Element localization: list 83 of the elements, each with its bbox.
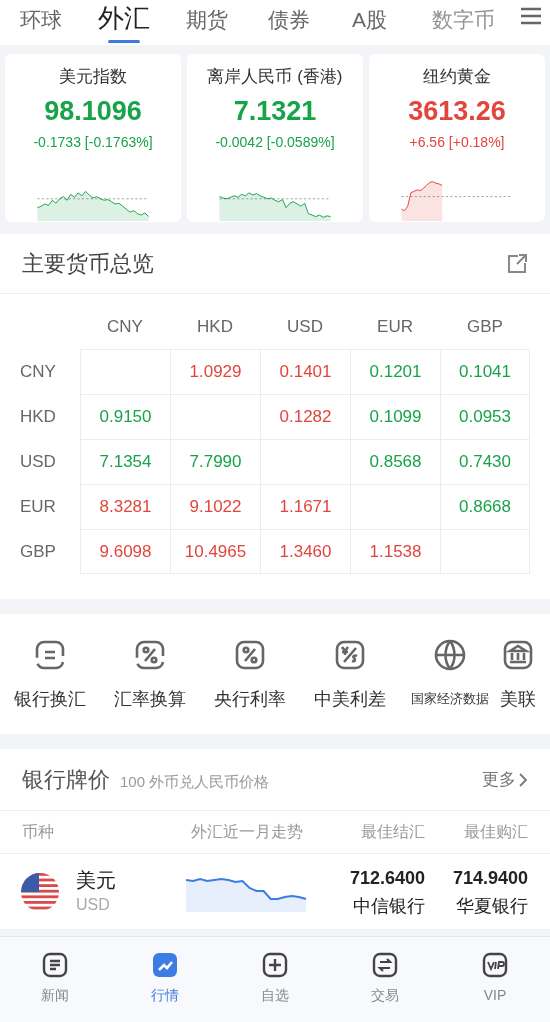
row-header: EUR xyxy=(20,495,56,518)
price-value: 714.9400 xyxy=(452,866,528,890)
column-header: USD xyxy=(287,315,323,338)
column-header: 最佳结汇 xyxy=(361,823,425,840)
row-header: GBP xyxy=(20,540,56,563)
rate-cell: 8.3281 xyxy=(80,484,170,529)
column-header: 最佳购汇 xyxy=(464,823,528,840)
bank-name: 中信银行 xyxy=(353,894,425,918)
rate-cell: 1.3460 xyxy=(260,529,350,574)
quote-name: 纽约黄金 xyxy=(423,66,491,88)
rate-cell: 0.1282 xyxy=(260,394,350,439)
column-header: HKD xyxy=(197,315,233,338)
quote-change: -0.0042 [-0.0589%] xyxy=(215,132,335,152)
currency-code: USD xyxy=(76,894,111,915)
rate-cell: 0.0953 xyxy=(440,394,530,439)
row-header: HKD xyxy=(20,405,56,428)
globe-icon xyxy=(432,637,468,673)
swap-icon xyxy=(371,951,399,979)
quote-price: 98.1096 xyxy=(44,94,142,128)
flag-icon xyxy=(20,871,60,912)
menu-icon[interactable] xyxy=(520,6,542,26)
column-header: 外汇近一月走势 xyxy=(191,823,303,840)
nav-tab[interactable]: 新闻 xyxy=(0,937,110,1022)
more-link[interactable]: 更多 xyxy=(482,766,528,793)
rate-cell: 0.7430 xyxy=(440,439,530,484)
bank-name: 华夏银行 xyxy=(456,894,528,918)
rate-cell: 0.1401 xyxy=(260,349,350,394)
vip-icon xyxy=(481,951,509,979)
tab[interactable]: 外汇 xyxy=(98,0,150,45)
chart-icon xyxy=(151,951,179,979)
news-icon xyxy=(41,951,69,979)
rate-cell: 0.9150 xyxy=(80,394,170,439)
price-value: 712.6400 xyxy=(349,866,425,890)
nav-tab[interactable]: VIP xyxy=(440,937,550,1022)
row-header: CNY xyxy=(20,360,56,383)
rate-cell: 0.8568 xyxy=(350,439,440,484)
quote-change: -0.1733 [-0.1763%] xyxy=(33,132,153,152)
tab[interactable]: 债券 xyxy=(268,3,310,45)
rate-cell: 7.1354 xyxy=(80,439,170,484)
row-header: USD xyxy=(20,450,56,473)
quote-change: +6.56 [+0.18%] xyxy=(409,132,505,152)
rate-cell: 1.0929 xyxy=(170,349,260,394)
tab[interactable]: 环球 xyxy=(20,3,62,45)
nav-tab[interactable]: 交易 xyxy=(330,937,440,1022)
shortcut-button[interactable]: 美联 xyxy=(500,637,550,711)
currency-name: 美元 xyxy=(76,867,116,893)
rate-cell: 10.4965 xyxy=(170,529,260,574)
shortcut-button[interactable]: 汇率换算 xyxy=(100,637,200,711)
share-icon[interactable] xyxy=(506,252,528,275)
quote-name: 离岸人民币 (香港) xyxy=(207,66,343,88)
column-header: CNY xyxy=(107,315,143,338)
quote-card[interactable]: 纽约黄金 3613.26 +6.56 [+0.18%] xyxy=(369,54,545,222)
column-header: 币种 xyxy=(22,823,54,840)
rate-cell: 0.1041 xyxy=(440,349,530,394)
tab[interactable]: A股 xyxy=(352,3,387,45)
shortcut-button[interactable]: 央行利率 xyxy=(200,637,300,711)
rate-cell: 0.1099 xyxy=(350,394,440,439)
section-title: 主要货币总览 xyxy=(22,250,154,278)
quote-name: 美元指数 xyxy=(59,66,127,88)
plus-icon xyxy=(261,951,289,979)
quote-price: 3613.26 xyxy=(408,94,506,128)
rate-cell: 9.1022 xyxy=(170,484,260,529)
tab[interactable]: 期货 xyxy=(186,3,228,45)
quote-card[interactable]: 离岸人民币 (香港) 7.1321 -0.0042 [-0.0589%] xyxy=(187,54,363,222)
shortcut-button[interactable]: 中美利差 xyxy=(300,637,400,711)
nav-tab[interactable]: 自选 xyxy=(220,937,330,1022)
shortcut-button[interactable]: 银行换汇 xyxy=(0,637,100,711)
rate-cell: 7.7990 xyxy=(170,439,260,484)
rate-cell: 0.1201 xyxy=(350,349,440,394)
section-title: 银行牌价 xyxy=(22,766,110,794)
column-header: EUR xyxy=(377,315,413,338)
quote-price: 7.1321 xyxy=(233,94,317,128)
rate-cell: 1.1538 xyxy=(350,529,440,574)
tab[interactable]: 数字币 xyxy=(432,3,495,45)
rate-cell: 1.1671 xyxy=(260,484,350,529)
shortcut-button[interactable]: 国家经济数据 xyxy=(400,637,500,711)
rate-cell: 9.6098 xyxy=(80,529,170,574)
nav-tab[interactable]: 行情 xyxy=(110,937,220,1022)
chevron-right-icon xyxy=(518,771,528,788)
rate-cell: 0.8668 xyxy=(440,484,530,529)
section-subtitle: 100 外币兑人民币价格 xyxy=(120,772,270,792)
quote-card[interactable]: 美元指数 98.1096 -0.1733 [-0.1763%] xyxy=(5,54,181,222)
column-header: GBP xyxy=(467,315,503,338)
